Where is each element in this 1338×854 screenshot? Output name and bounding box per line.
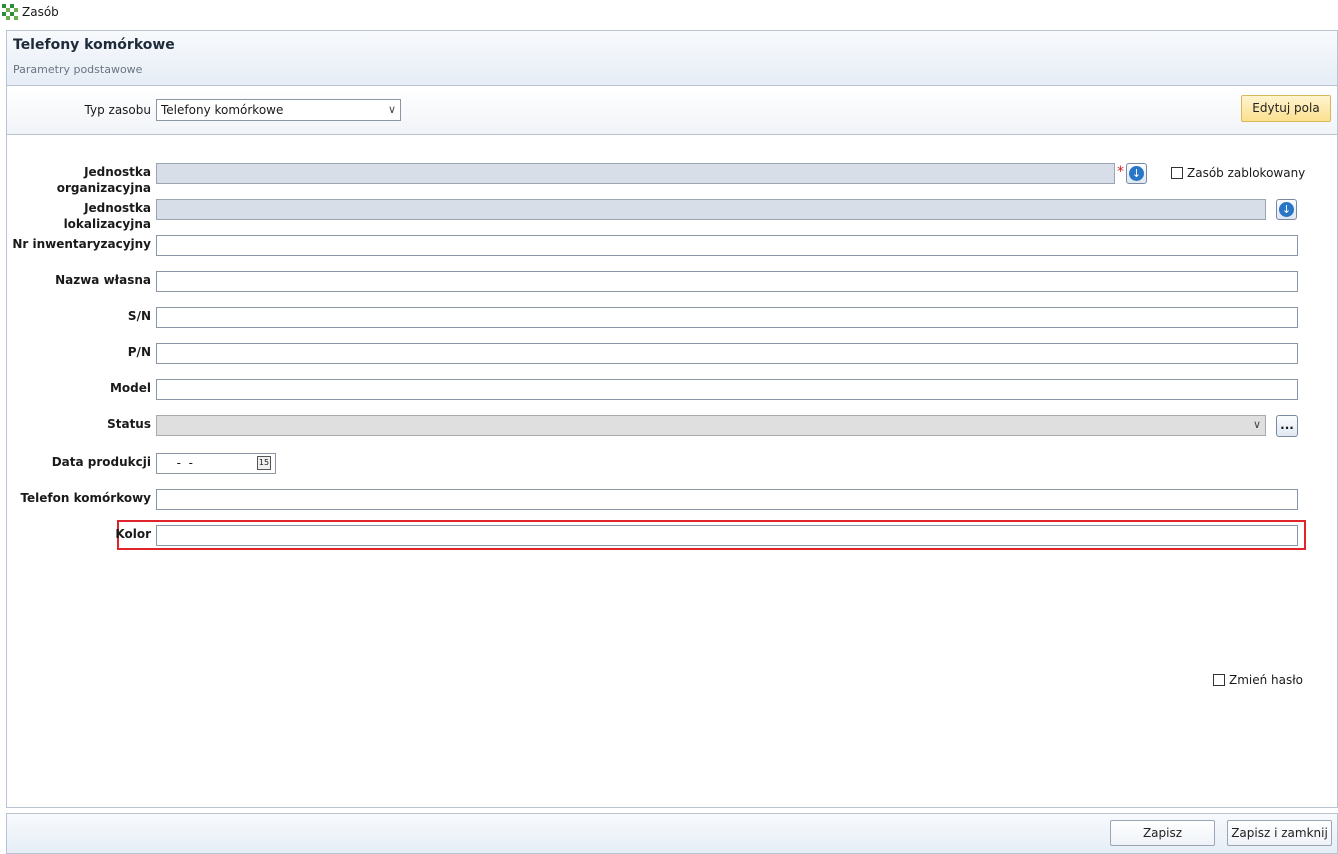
- own-name-label: Nazwa własna: [55, 273, 151, 287]
- inventory-field[interactable]: [156, 235, 1298, 256]
- inventory-label: Nr inwentaryzacyjny: [12, 237, 151, 251]
- status-more-button[interactable]: ...: [1276, 415, 1298, 437]
- edit-fields-button[interactable]: Edytuj pola: [1241, 95, 1331, 122]
- model-field[interactable]: [156, 379, 1298, 400]
- color-label: Kolor: [115, 527, 151, 541]
- type-select[interactable]: Telefony komórkowe ∨: [156, 99, 401, 121]
- location-field[interactable]: [156, 199, 1266, 220]
- model-label: Model: [109, 381, 151, 395]
- chevron-down-icon: ∨: [387, 103, 396, 116]
- page-subtitle: Parametry podstawowe: [13, 63, 143, 76]
- org-unit-label: Jednostka organizacyjna: [56, 165, 151, 195]
- date-label: Data produkcji: [51, 455, 151, 469]
- arrow-down-circle-icon: ↓: [1279, 202, 1294, 217]
- arrow-down-circle-icon: ↓: [1129, 166, 1144, 181]
- change-password-label: Zmień hasło: [1229, 673, 1304, 687]
- location-label: Jednostka lokalizacyjna: [63, 201, 151, 231]
- org-unit-field[interactable]: [156, 163, 1115, 184]
- calendar-icon[interactable]: 15: [257, 456, 271, 470]
- app-grid-icon: [2, 4, 18, 20]
- date-value: - -: [169, 456, 193, 470]
- page-title: Telefony komórkowe: [13, 37, 175, 53]
- save-close-button[interactable]: Zapisz i zamknij: [1227, 820, 1332, 846]
- required-marker: *: [1117, 164, 1124, 180]
- color-field[interactable]: [156, 525, 1298, 546]
- pn-label: P/N: [127, 345, 151, 359]
- sn-field[interactable]: [156, 307, 1298, 328]
- type-select-value: Telefony komórkowe: [161, 103, 284, 117]
- window-title: Zasób: [22, 5, 59, 19]
- header-band: [7, 31, 1337, 86]
- change-password-checkbox[interactable]: [1213, 674, 1225, 686]
- type-label: Typ zasobu: [84, 103, 151, 117]
- sn-label: S/N: [127, 309, 151, 323]
- locked-label: Zasób zablokowany: [1187, 166, 1306, 180]
- phone-label: Telefon komórkowy: [20, 491, 151, 505]
- status-select[interactable]: ∨: [156, 415, 1266, 436]
- locked-checkbox[interactable]: [1171, 167, 1183, 179]
- own-name-field[interactable]: [156, 271, 1298, 292]
- status-label: Status: [107, 417, 151, 431]
- phone-field[interactable]: [156, 489, 1298, 510]
- org-unit-pick-button[interactable]: ↓: [1126, 163, 1147, 184]
- chevron-down-icon: ∨: [1252, 418, 1261, 431]
- location-pick-button[interactable]: ↓: [1276, 199, 1297, 220]
- pn-field[interactable]: [156, 343, 1298, 364]
- save-button[interactable]: Zapisz: [1110, 820, 1215, 846]
